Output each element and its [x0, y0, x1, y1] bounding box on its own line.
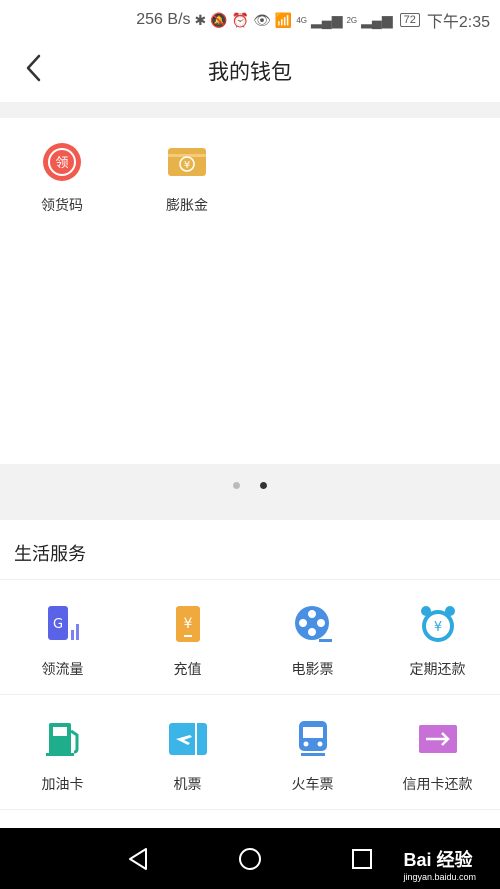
wallet-item-bonus[interactable]: ¥ 膨胀金 [137, 142, 237, 215]
page-indicator [0, 476, 500, 490]
film-reel-icon [294, 606, 332, 642]
page-title: 我的钱包 [208, 61, 292, 84]
nav-back-icon[interactable] [126, 846, 152, 872]
section-title: 生活服务 [0, 520, 500, 580]
system-nav-bar: Bai 经验 jingyan.baidu.com [0, 828, 500, 889]
wallet-panel: 领 领货码 ¥ 膨胀金 [0, 118, 500, 464]
train-icon [298, 721, 327, 756]
coupon-code-icon: 领 [43, 143, 81, 181]
service-label: 领流量 [41, 661, 84, 677]
svg-text:¥: ¥ [183, 616, 192, 632]
status-bar: 256 B/s ✱ 🔕 ⏰ 👁 📶 4G ▂▄▆ 2G ▂▄▆ 72 下午2:3… [0, 0, 500, 36]
service-credit-card-repayment[interactable]: 信用卡还款 [375, 695, 500, 809]
battery-icon: 72 [399, 13, 420, 27]
service-movie-ticket[interactable]: 电影票 [250, 580, 375, 694]
wallet-item-label: 领货码 [41, 197, 83, 213]
signal-icon: ▂▄▆ [311, 11, 343, 28]
service-fuel-card[interactable]: 加油卡 [0, 695, 125, 809]
service-label: 信用卡还款 [402, 776, 473, 792]
service-scheduled-repayment[interactable]: ¥ 定期还款 [375, 580, 500, 694]
service-label: 火车票 [291, 776, 334, 792]
page-dot-active[interactable] [260, 482, 268, 489]
alarm-icon: ⏰ [231, 11, 250, 28]
svg-text:¥: ¥ [184, 160, 190, 171]
clock: 下午2:35 [426, 14, 490, 31]
money-ticket-icon: ¥ [168, 148, 206, 176]
svg-text:G: G [52, 617, 62, 632]
wallet-item-label: 膨胀金 [166, 197, 208, 213]
watermark-url: jingyan.baidu.com [403, 872, 476, 882]
wifi-icon: 📶 [274, 11, 293, 28]
service-label: 充值 [173, 661, 202, 677]
service-recharge[interactable]: ¥ 充值 [125, 580, 250, 694]
mute-icon: 🔕 [210, 11, 228, 28]
signal-icon-2: ▂▄▆ [361, 11, 393, 28]
plane-ticket-icon [168, 723, 207, 755]
service-flight-ticket[interactable]: 机票 [125, 695, 250, 809]
page-dot[interactable] [232, 482, 240, 489]
baidu-watermark: Bai 经验 jingyan.baidu.com [403, 846, 476, 882]
service-row: G 领流量 ¥ 充值 电影票 ¥ 定期还款 [0, 580, 500, 695]
wallet-item-coupon-code[interactable]: 领 领货码 [12, 142, 112, 215]
service-label: 机票 [173, 776, 202, 792]
nav-recents-icon[interactable] [349, 846, 375, 872]
fuel-pump-icon [45, 723, 78, 756]
phone-recharge-icon: ¥ [175, 606, 200, 642]
service-row: 加油卡 机票 火车票 信用卡还款 [0, 695, 500, 810]
network-type-2: 2G [346, 15, 358, 25]
bluetooth-icon: ✱ [194, 11, 207, 28]
service-train-ticket[interactable]: 火车票 [250, 695, 375, 809]
eye-icon: 👁 [253, 11, 271, 28]
nav-home-icon[interactable] [237, 846, 263, 872]
service-data-traffic[interactable]: G 领流量 [0, 580, 125, 694]
watermark-text: Bai 经验 [403, 850, 473, 870]
life-services-panel: 生活服务 G 领流量 ¥ 充值 电影票 ¥ 定期还款 加油卡 机票 火车票 信用… [0, 520, 500, 828]
service-label: 电影票 [291, 661, 334, 677]
credit-card-icon [418, 725, 457, 753]
svg-text:¥: ¥ [433, 620, 441, 635]
service-label: 加油卡 [41, 776, 84, 792]
app-header: 我的钱包 [0, 36, 500, 102]
svg-text:领: 领 [55, 156, 68, 171]
phone-data-icon: G [47, 606, 79, 640]
status-icons: 256 B/s ✱ 🔕 ⏰ 👁 📶 4G ▂▄▆ 2G ▂▄▆ 72 下午2:3… [136, 8, 490, 32]
service-label: 定期还款 [409, 661, 466, 677]
alarm-clock-yuan-icon: ¥ [420, 606, 455, 642]
network-speed: 256 B/s [136, 11, 191, 28]
network-type-1: 4G [296, 15, 308, 25]
